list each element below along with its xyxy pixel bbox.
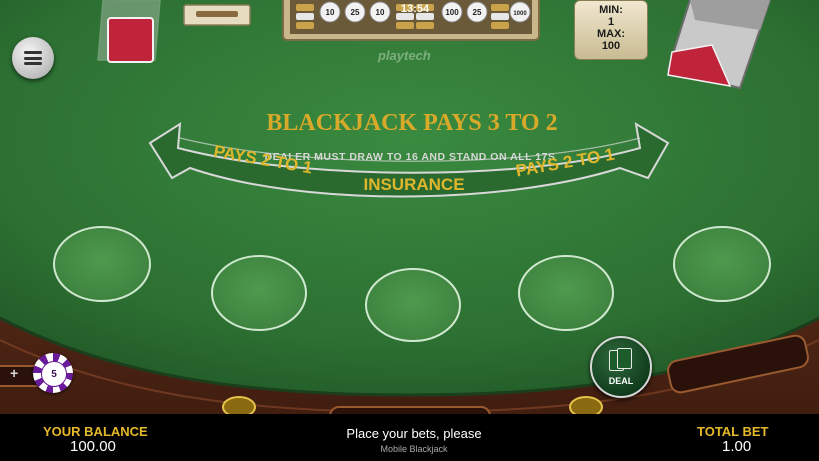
playtech-logo: playtech [378,48,431,63]
hamburger-icon [24,51,42,65]
right-payout-text: PAYS 2 TO 1 [514,145,616,181]
clock: 13:54 [400,3,430,15]
deal-button[interactable]: DEAL [590,336,652,398]
status-message: Place your bets, please [346,426,482,441]
balance-value: 100.00 [70,438,116,455]
blackjack-table: 10 25 10 100 25 1000 BLACKJACK PAYS 3 TO 2 DE… [0,0,819,461]
table-limits-card: MIN: 1 MAX: 100 [574,0,648,60]
menu-button[interactable] [12,37,54,79]
total-bet-value: 1.00 [722,438,752,455]
plus-icon[interactable]: + [10,365,18,381]
total-bet-label: TOTAL BET [697,424,769,439]
max-value: 100 [601,40,621,52]
game-name: Mobile Blackjack [380,444,448,454]
chip-value: 5 [41,361,67,387]
betting-spot-1[interactable] [54,227,150,301]
betting-spot-3[interactable] [366,269,460,341]
betting-spot-2[interactable] [212,256,306,330]
balance-label: YOUR BALANCE [43,424,148,439]
deal-label: DEAL [608,376,634,386]
min-value: 1 [607,16,615,28]
max-label: MAX: [596,28,626,40]
cards-icon [609,348,633,371]
insurance-text: INSURANCE [363,175,464,194]
betting-spot-5[interactable] [674,227,770,301]
selected-chip[interactable]: 5 [33,353,73,393]
min-label: MIN: [599,4,623,16]
left-payout-text: PAYS 2 TO 1 [212,142,314,178]
betting-spot-4[interactable] [519,256,613,330]
blackjack-payout-headline: BLACKJACK PAYS 3 TO 2 [266,110,557,136]
